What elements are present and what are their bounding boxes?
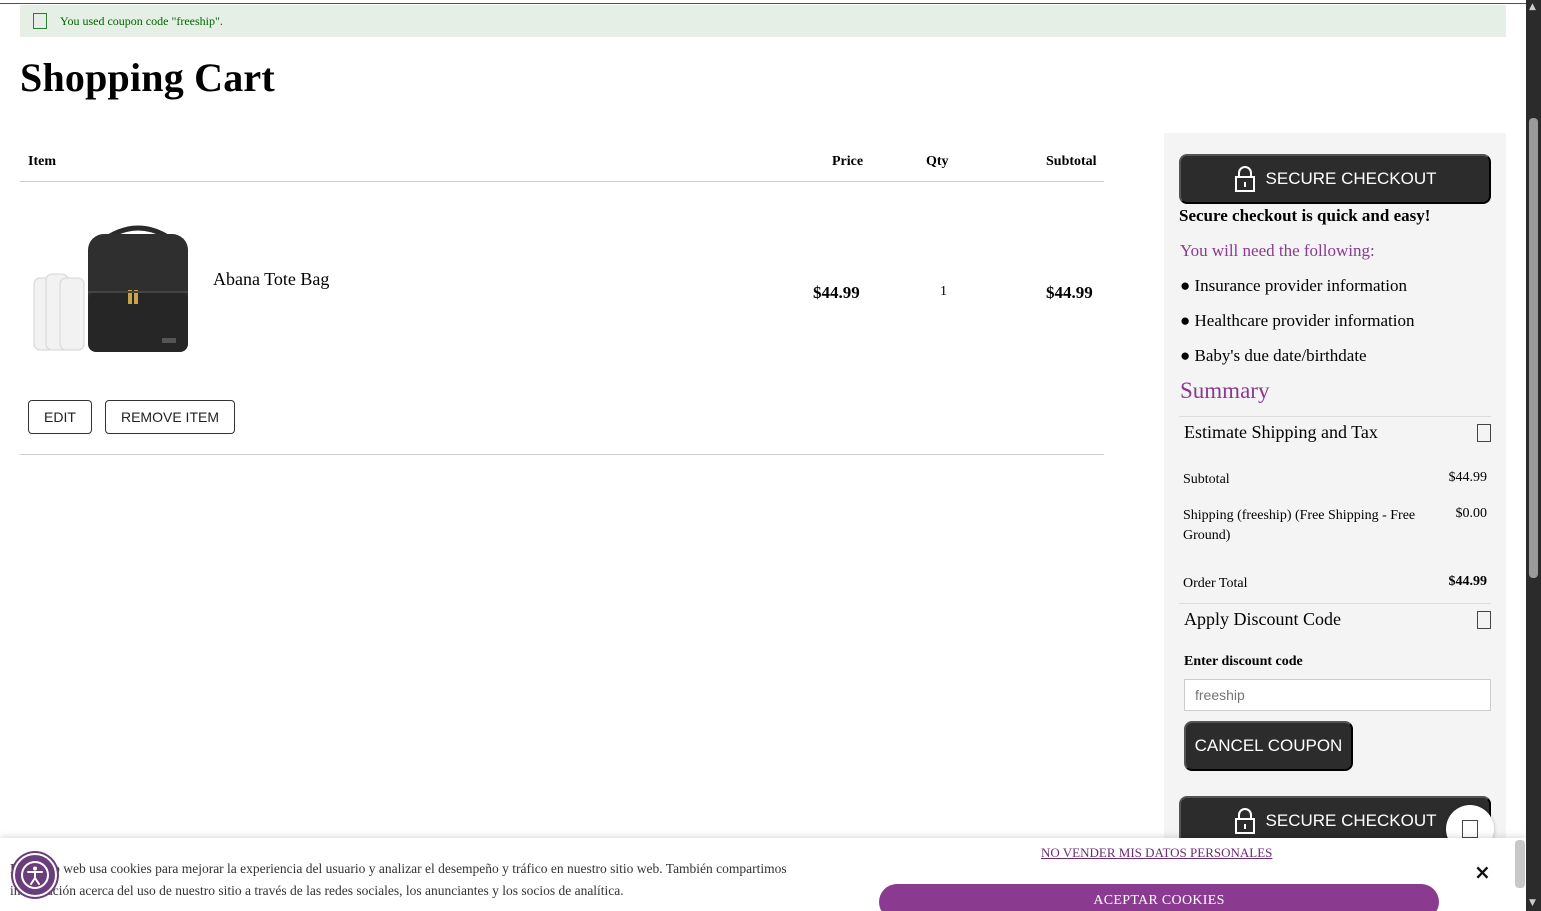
estimate-shipping-toggle[interactable]: Estimate Shipping and Tax bbox=[1184, 422, 1378, 443]
product-price: $44.99 bbox=[813, 283, 860, 302]
scrollbar-thumb[interactable] bbox=[1529, 118, 1538, 578]
column-header-price: Price bbox=[832, 154, 864, 169]
cancel-coupon-button[interactable]: CANCEL COUPON bbox=[1184, 721, 1353, 771]
order-total-label: Order Total bbox=[1183, 576, 1248, 591]
table-header-divider bbox=[20, 181, 1104, 182]
requirement-item: ● Healthcare provider information bbox=[1180, 311, 1415, 330]
requirement-item: ● Baby's due date/birthdate bbox=[1180, 346, 1367, 365]
expand-icon[interactable] bbox=[1477, 611, 1491, 629]
scroll-up-arrow-icon[interactable]: ▲ bbox=[1529, 2, 1536, 12]
coupon-message-text: You used coupon code "freeship". bbox=[60, 13, 223, 28]
product-subtotal: $44.99 bbox=[1046, 283, 1093, 302]
apply-discount-toggle[interactable]: Apply Discount Code bbox=[1184, 609, 1341, 630]
top-border bbox=[0, 3, 1526, 4]
do-not-sell-link[interactable]: NO VENDER MIS DATOS PERSONALES bbox=[1041, 845, 1272, 861]
column-header-item: Item bbox=[28, 154, 56, 169]
secure-checkout-tagline: Secure checkout is quick and easy! bbox=[1179, 206, 1431, 225]
chat-icon bbox=[1462, 820, 1478, 838]
column-header-qty: Qty bbox=[926, 154, 949, 169]
lock-icon bbox=[1234, 166, 1255, 192]
close-icon[interactable]: × bbox=[1474, 860, 1491, 884]
shipping-label: Shipping (freeship) (Free Shipping - Fre… bbox=[1183, 508, 1416, 543]
accessibility-figure-icon bbox=[21, 861, 49, 889]
edit-button[interactable]: EDIT bbox=[28, 400, 92, 434]
ice-pack-shape bbox=[33, 273, 85, 351]
product-qty[interactable]: 1 bbox=[940, 284, 947, 300]
backpack-shape bbox=[88, 225, 188, 352]
cookie-notice-text: Este sitio web usa cookies para mejorar … bbox=[10, 861, 787, 898]
discount-code-label: Enter discount code bbox=[1184, 654, 1303, 669]
summary-title: Summary bbox=[1180, 378, 1270, 403]
success-check-icon bbox=[33, 13, 47, 29]
table-footer-divider bbox=[20, 454, 1104, 455]
banner-scrollbar[interactable] bbox=[1515, 840, 1525, 888]
secure-checkout-label: SECURE CHECKOUT bbox=[1265, 811, 1437, 830]
summary-divider bbox=[1179, 603, 1491, 604]
remove-item-button[interactable]: REMOVE ITEM bbox=[105, 400, 235, 434]
coupon-success-message: You used coupon code "freeship". bbox=[20, 5, 1506, 37]
order-total-value: $44.99 bbox=[1448, 574, 1488, 589]
column-header-subtotal: Subtotal bbox=[1046, 154, 1097, 169]
accept-cookies-button[interactable]: ACEPTAR COOKIES bbox=[879, 884, 1439, 911]
secure-checkout-button-top[interactable]: SECURE CHECKOUT bbox=[1179, 154, 1491, 204]
shipping-value: $0.00 bbox=[1455, 506, 1488, 521]
summary-divider bbox=[1179, 416, 1491, 417]
discount-code-input[interactable] bbox=[1184, 679, 1491, 711]
lock-icon bbox=[1234, 808, 1255, 834]
accessibility-icon[interactable] bbox=[13, 853, 57, 897]
secure-checkout-label: SECURE CHECKOUT bbox=[1265, 169, 1437, 188]
expand-icon[interactable] bbox=[1477, 424, 1491, 442]
product-image[interactable] bbox=[30, 222, 192, 358]
product-name-link[interactable]: Abana Tote Bag bbox=[213, 269, 329, 290]
subtotal-label: Subtotal bbox=[1183, 472, 1230, 487]
scroll-down-arrow-icon[interactable]: ▼ bbox=[1529, 898, 1536, 908]
requirements-heading: You will need the following: bbox=[1180, 241, 1375, 260]
subtotal-value: $44.99 bbox=[1448, 470, 1488, 485]
page-title: Shopping Cart bbox=[20, 55, 275, 100]
requirement-item: ● Insurance provider information bbox=[1180, 276, 1407, 295]
